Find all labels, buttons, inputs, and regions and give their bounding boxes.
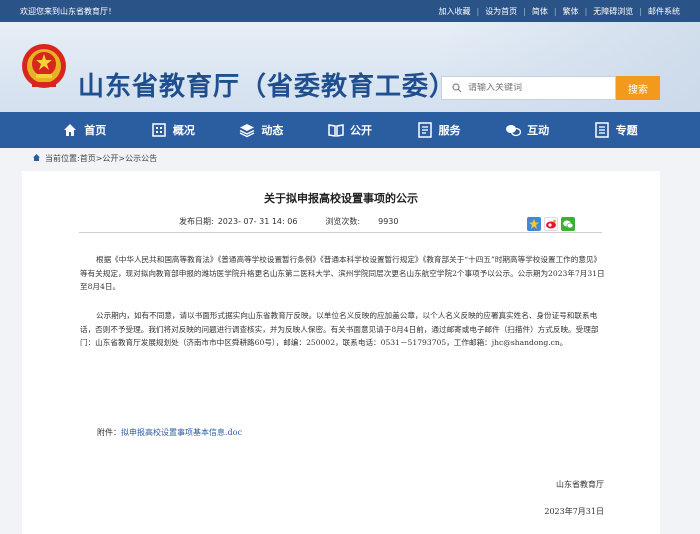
article-panel: 关于拟申报高校设置事项的公示 发布日期: 2023- 07- 31 14: 06… [22,171,660,534]
search-icon [452,83,462,93]
publish-date: 2023- 07- 31 14: 06 [217,217,298,226]
search-input[interactable] [468,83,608,93]
welcome-text: 欢迎您来到山东省教育厅！ [20,6,116,16]
breadcrumb: 当前位置: 首页 > 公开 > 公示公告 [32,153,157,164]
share-buttons [527,217,578,231]
add-favorite-link[interactable]: 加入收藏 [438,6,470,17]
nav-label: 互动 [527,124,550,137]
nav-label: 首页 [84,124,107,137]
document-icon [417,122,433,138]
main-nav: 首页 概况 动态 公开 服务 互动 专题 [0,112,700,148]
traditional-link[interactable]: 繁体 [563,6,579,17]
divider: | [639,6,642,16]
publish-label: 发布日期: [179,217,214,226]
breadcrumb-separator: > [95,154,103,163]
site-title[interactable]: 山东省教育厅（省委教育工委） [78,66,456,103]
divider: | [476,6,480,16]
article-paragraph-2: 公示期内，如有不同意，请以书面形式据实向山东省教育厅反映。以单位名义反映的应加盖… [80,311,599,347]
breadcrumb-announcements[interactable]: 公示公告 [125,153,157,164]
location-icon [32,153,41,164]
nav-label: 服务 [438,124,461,137]
breadcrumb-separator: > [118,154,126,163]
book-icon [328,122,344,138]
divider: | [523,6,526,16]
qzone-share-icon[interactable] [527,217,541,231]
nav-label: 专题 [615,124,638,137]
article-paragraph-1: 根据《中华人民共和国高等教育法》《普通高等学校设置暂行条例》《普通本科学校设置暂… [80,255,605,291]
nav-item-news[interactable]: 动态 [239,122,283,138]
attachment-link[interactable]: 拟申报高校设置事项基本信息.doc [121,428,242,437]
top-links: 加入收藏 | 设为首页 | 简体 | 繁体 | 无障碍浏览 | 邮件系统 [438,6,680,17]
accessibility-link[interactable]: 无障碍浏览 [593,6,633,17]
wechat-share-icon[interactable] [561,217,575,231]
divider: | [584,6,588,16]
list-icon [594,122,610,138]
search-box [441,76,616,100]
nav-item-service[interactable]: 服务 [417,122,461,138]
simplified-link[interactable]: 简体 [532,6,548,17]
search-button[interactable]: 搜索 [616,76,660,100]
layers-icon [239,122,255,138]
mail-system-link[interactable]: 邮件系统 [648,6,680,17]
views-count: 9930 [378,217,399,226]
breadcrumb-home[interactable]: 首页 [80,153,96,164]
nav-label: 动态 [261,124,284,137]
sign-date: 2023年7月31日 [544,507,604,516]
article-title: 关于拟申报高校设置事项的公示 [264,192,418,205]
views-label: 浏览次数: [325,217,361,226]
nav-item-interaction[interactable]: 互动 [505,122,549,138]
nav-item-home[interactable]: 首页 [62,122,106,138]
nav-item-public[interactable]: 公开 [328,122,372,138]
attachment: 附件：拟申报高校设置事项基本信息.doc [97,427,242,438]
signature: 山东省教育厅 [556,480,604,489]
article-meta: 发布日期: 2023- 07- 31 14: 06 浏览次数: 9930 [79,211,602,233]
breadcrumb-prefix: 当前位置: [45,154,80,163]
nav-label: 公开 [349,124,372,137]
chat-icon [505,122,522,138]
home-icon [62,122,78,138]
divider: | [553,6,557,16]
site-header: 山东省教育厅（省委教育工委） 搜索 [0,22,700,112]
nav-label: 概况 [172,124,195,137]
building-icon [151,122,167,138]
set-homepage-link[interactable]: 设为首页 [485,6,517,17]
nav-item-overview[interactable]: 概况 [151,122,195,138]
attachment-label: 附件： [97,428,121,437]
national-emblem-icon [22,44,66,88]
weibo-share-icon[interactable] [544,217,558,231]
nav-item-topics[interactable]: 专题 [594,122,638,138]
top-bar: 欢迎您来到山东省教育厅！ 加入收藏 | 设为首页 | 简体 | 繁体 | 无障碍… [0,0,700,22]
breadcrumb-public[interactable]: 公开 [102,153,118,164]
